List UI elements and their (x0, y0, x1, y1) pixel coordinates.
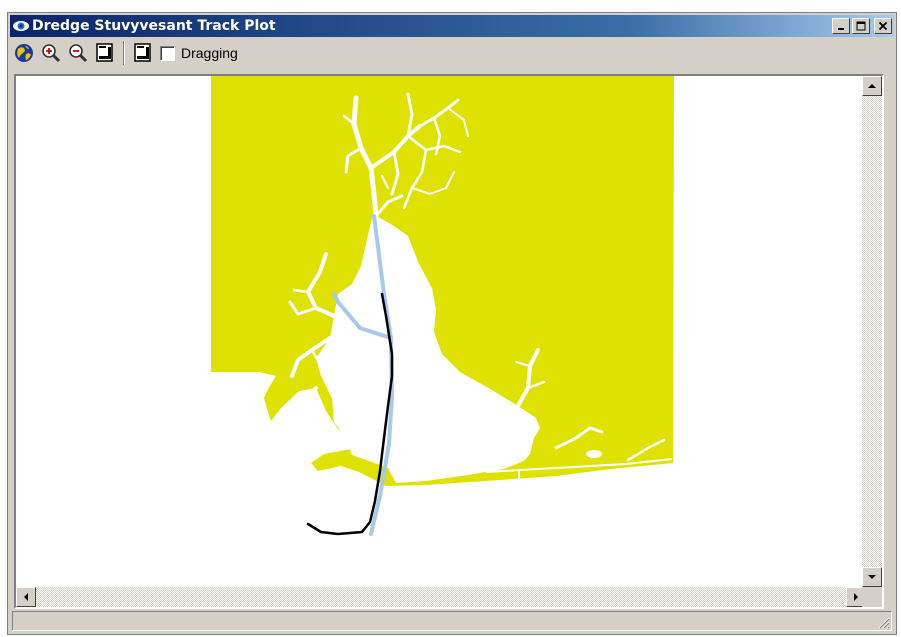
arrow-left-icon (24, 593, 28, 601)
horizontal-scrollbar[interactable] (16, 587, 866, 607)
arrow-down-icon (868, 575, 876, 579)
arrow-up-icon (868, 84, 876, 88)
track-plot-window: Dredge Stuvyvesant Track Plot Dragging (7, 12, 897, 635)
eye-icon (10, 15, 32, 37)
toolbar: Dragging (12, 40, 892, 66)
vertical-scrollbar[interactable] (862, 76, 882, 587)
scroll-left-button[interactable] (16, 587, 36, 607)
maximize-button[interactable] (852, 18, 870, 34)
zoom-out-button[interactable] (66, 41, 90, 65)
dragging-checkbox[interactable] (160, 45, 175, 61)
title-bar[interactable]: Dredge Stuvyvesant Track Plot (10, 15, 894, 37)
map-canvas[interactable] (16, 76, 866, 587)
properties-button[interactable] (131, 41, 155, 65)
document-icon (134, 43, 151, 62)
scroll-up-button[interactable] (862, 76, 882, 96)
layer-button[interactable] (93, 41, 117, 65)
scrollbar-corner (862, 587, 882, 607)
globe-icon (15, 44, 33, 62)
maximize-icon (856, 21, 866, 31)
minimize-button[interactable] (832, 18, 850, 34)
full-extent-button[interactable] (12, 41, 36, 65)
zoom-out-icon (69, 44, 88, 63)
resize-grip-icon[interactable] (876, 615, 890, 629)
close-icon (878, 21, 888, 31)
status-bar (12, 611, 892, 631)
close-button[interactable] (874, 18, 892, 34)
zoom-in-icon (42, 44, 61, 63)
map-frame (14, 74, 884, 609)
scroll-down-button[interactable] (862, 567, 882, 587)
window-title: Dredge Stuvyvesant Track Plot (32, 18, 276, 34)
arrow-right-icon (854, 593, 858, 601)
zoom-in-button[interactable] (39, 41, 63, 65)
toolbar-separator (123, 41, 125, 65)
dragging-label: Dragging (181, 45, 238, 61)
document-icon (96, 43, 113, 62)
minimize-icon (838, 28, 844, 30)
